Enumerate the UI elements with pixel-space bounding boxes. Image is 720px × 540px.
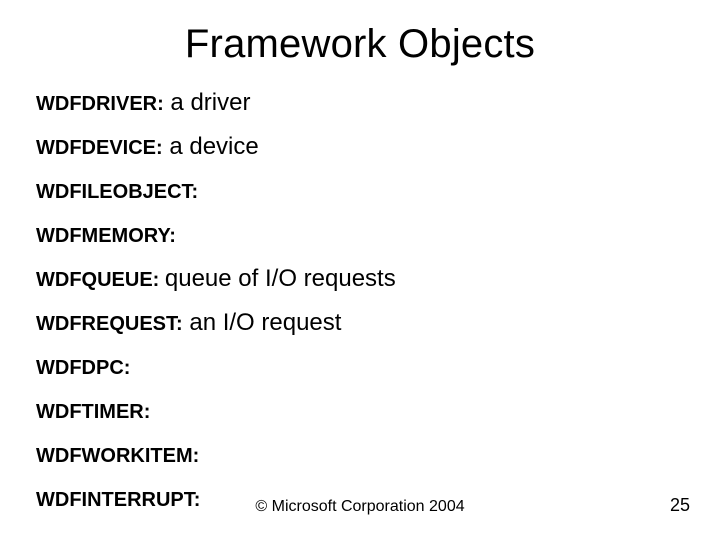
object-line: WDFDPC: [36, 352, 684, 382]
object-line: WDFTIMER: [36, 396, 684, 426]
object-line: WDFREQUEST: an I/O request [36, 308, 684, 338]
object-desc: queue of I/O requests [165, 265, 396, 292]
object-desc: an I/O request [183, 309, 342, 336]
slide-title: Framework Objects [0, 22, 720, 67]
object-name: WDFWORKITEM: [36, 445, 199, 467]
object-name: WDFTIMER: [36, 401, 150, 423]
object-line: WDFQUEUE: queue of I/O requests [36, 264, 684, 294]
page-number: 25 [670, 495, 690, 516]
object-name: WDFILEOBJECT: [36, 181, 198, 203]
object-name: WDFQUEUE: [36, 269, 165, 291]
object-name: WDFREQUEST: [36, 313, 183, 335]
object-line: WDFDRIVER: a driver [36, 88, 684, 118]
slide: Framework Objects WDFDRIVER: a driver WD… [0, 0, 720, 540]
object-line: WDFMEMORY: [36, 220, 684, 250]
object-line: WDFDEVICE: a device [36, 132, 684, 162]
object-name: WDFDPC: [36, 357, 130, 379]
object-name: WDFDRIVER: [36, 93, 164, 115]
object-line: WDFILEOBJECT: [36, 176, 684, 206]
object-line: WDFWORKITEM: [36, 440, 684, 470]
object-name: WDFDEVICE: [36, 137, 163, 159]
object-desc: a device [163, 133, 259, 160]
object-desc: a driver [164, 89, 251, 116]
copyright-text: © Microsoft Corporation 2004 [0, 498, 720, 516]
object-name: WDFMEMORY: [36, 225, 176, 247]
slide-content: WDFDRIVER: a driver WDFDEVICE: a device … [36, 88, 684, 528]
